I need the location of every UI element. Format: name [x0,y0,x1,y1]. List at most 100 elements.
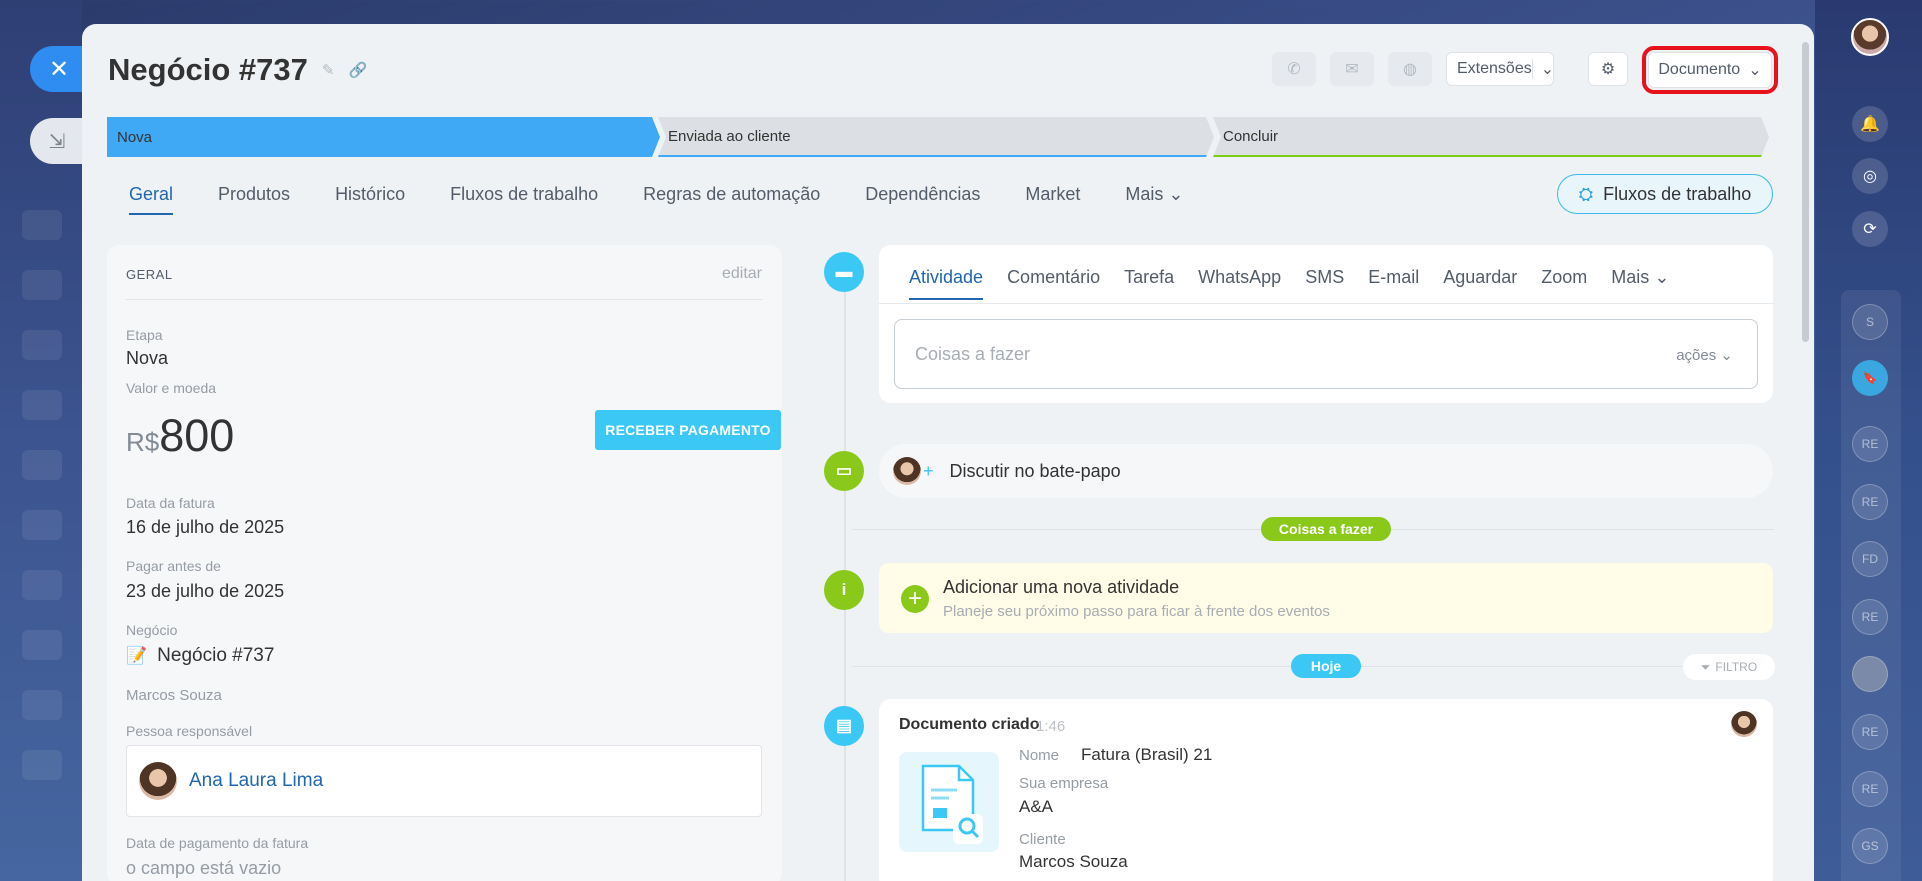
call-button[interactable]: ✆ [1272,52,1316,86]
sync-icon[interactable]: ⟳ [1852,211,1888,247]
activity-tabs: Atividade Comentário Tarefa WhatsApp SMS… [909,267,1693,300]
invoice-date-value: 16 de julho de 2025 [126,517,285,537]
tab-activity[interactable]: Atividade [909,267,984,300]
sidebar-user[interactable]: RE [1852,484,1888,520]
filter-label: FILTRO [1715,660,1758,674]
sidebar-user[interactable]: FD [1852,541,1888,577]
email-button[interactable]: ✉ [1330,52,1374,86]
tab-task[interactable]: Tarefa [1124,267,1174,300]
document-icon: ▤ [824,706,864,746]
tab-activity-more[interactable]: Mais ⌄ [1611,267,1669,300]
tab-general[interactable]: Geral [129,184,174,215]
add-icon: + [923,460,934,481]
chevron-down-icon: ⌄ [1168,184,1184,204]
tab-workflows[interactable]: Fluxos de trabalho [450,184,598,215]
copilot-icon[interactable]: ◎ [1852,158,1888,194]
discuss-in-chat[interactable]: + Discutir no bate-papo [879,444,1773,498]
tab-products[interactable]: Produtos [218,184,290,215]
filter-button[interactable]: ⏷ FILTRO [1683,654,1775,680]
deal-value: Negócio #737 [157,645,275,666]
todo-pill: Coisas a fazer [1261,517,1391,541]
pencil-icon[interactable]: ✎ [322,61,335,79]
company-value: A&A [1019,797,1054,816]
document-preview-icon [921,764,983,844]
chevron-down-icon: ⌄ [1654,267,1670,287]
filter-icon: ⏷ [1700,659,1711,674]
receive-payment-button[interactable]: RECEBER PAGAMENTO [595,410,781,450]
sidebar-user[interactable]: S [1852,304,1888,340]
sidebar-user[interactable]: RE [1852,771,1888,807]
actions-dropdown[interactable]: ações ⌄ [1676,346,1733,364]
stage-conclude[interactable]: Concluir [1213,117,1769,157]
sidebar-user-avatar[interactable] [1852,656,1888,692]
bg-tile [22,390,62,420]
responsible-name[interactable]: Ana Laura Lima [189,770,323,792]
gear-icon: ⚙ [1600,61,1616,78]
workflows-button-label: Fluxos de trabalho [1603,183,1752,204]
tab-zoom[interactable]: Zoom [1541,267,1587,300]
client-label: Cliente [1019,831,1066,848]
tab-whatsapp[interactable]: WhatsApp [1198,267,1281,300]
comment-icon: ▬ [824,252,864,292]
currency: R$ [126,427,160,457]
doc-name-label: Nome [1019,747,1060,764]
todo-placeholder: Coisas a fazer [915,344,1031,364]
actions-label: ações [1676,347,1717,364]
amount: 800 [159,410,235,461]
due-date-label: Pagar antes de [126,558,221,574]
tab-email[interactable]: E-mail [1368,267,1419,300]
deal-slider: Negócio #737 ✎ 🔗 ✆ ✉ ◍ Extensões ⌄ ⚙ Doc… [82,24,1814,881]
avatar [1731,711,1757,737]
doc-name-value[interactable]: Fatura (Brasil) 21 [1081,745,1212,765]
current-user-avatar[interactable] [1851,18,1889,56]
add-new-activity[interactable]: + Adicionar uma nova atividade Planeje s… [879,563,1773,633]
tab-wait[interactable]: Aguardar [1443,267,1517,300]
settings-button[interactable]: ⚙ [1588,52,1628,86]
bookmark-icon[interactable]: 🔖 [1852,360,1888,396]
close-slider-button[interactable]: ✕ [30,46,84,92]
chat-button[interactable]: ◍ [1388,52,1432,86]
tab-dependencies[interactable]: Dependências [865,184,980,215]
scrollbar[interactable] [1802,42,1809,342]
deal-value-row[interactable]: 📝 Negócio #737 [126,645,274,667]
bg-tile [22,450,62,480]
notifications-icon[interactable]: 🔔 [1852,106,1888,142]
discuss-label: Discutir no bate-papo [949,460,1121,481]
responsible-person[interactable]: Ana Laura Lima [126,745,762,817]
tab-more-label: Mais [1125,184,1164,204]
document-dropdown[interactable]: Documento ⌄ [1642,46,1778,94]
stage-sent-to-client[interactable]: Enviada ao cliente [658,117,1214,157]
tab-sms[interactable]: SMS [1305,267,1344,300]
avatar [893,457,921,485]
tab-activity-more-label: Mais [1611,267,1650,287]
sidebar-user[interactable]: RE [1852,714,1888,750]
bg-tile [22,270,62,300]
todo-input[interactable]: Coisas a fazer ações ⌄ [894,319,1758,389]
payment-date-value: o campo está vazio [126,858,282,878]
tab-automation[interactable]: Regras de automação [643,184,820,215]
plus-icon: + [901,585,929,613]
tab-market[interactable]: Market [1025,184,1080,215]
tab-comment[interactable]: Comentário [1007,267,1100,300]
section-title: GERAL [126,267,173,282]
sidebar-user[interactable]: RE [1852,599,1888,635]
stage-nova[interactable]: Nova [107,117,660,157]
deal-title: Negócio #737 [108,52,308,87]
sidebar-user[interactable]: RE [1852,426,1888,462]
document-thumbnail[interactable] [899,752,999,852]
close-icon: ✕ [48,55,70,83]
extensions-dropdown[interactable]: Extensões ⌄ [1446,52,1554,86]
document-label: Documento [1658,61,1741,78]
edit-link[interactable]: editar [722,265,762,283]
tab-more[interactable]: Mais ⌄ [1125,184,1183,215]
page-title: Negócio #737 ✎ 🔗 [108,52,367,88]
bg-tile [22,210,62,240]
divider [879,303,1773,304]
tab-history[interactable]: Histórico [335,184,405,215]
chat-icon: ◍ [1403,61,1417,78]
sidebar-user[interactable]: GS [1852,828,1888,864]
link-icon[interactable]: 🔗 [348,61,367,79]
minimize-slider-button[interactable]: ⇲ [30,118,84,164]
workflows-button[interactable]: ⛭ Fluxos de trabalho [1557,174,1773,214]
bg-tile [22,750,62,780]
